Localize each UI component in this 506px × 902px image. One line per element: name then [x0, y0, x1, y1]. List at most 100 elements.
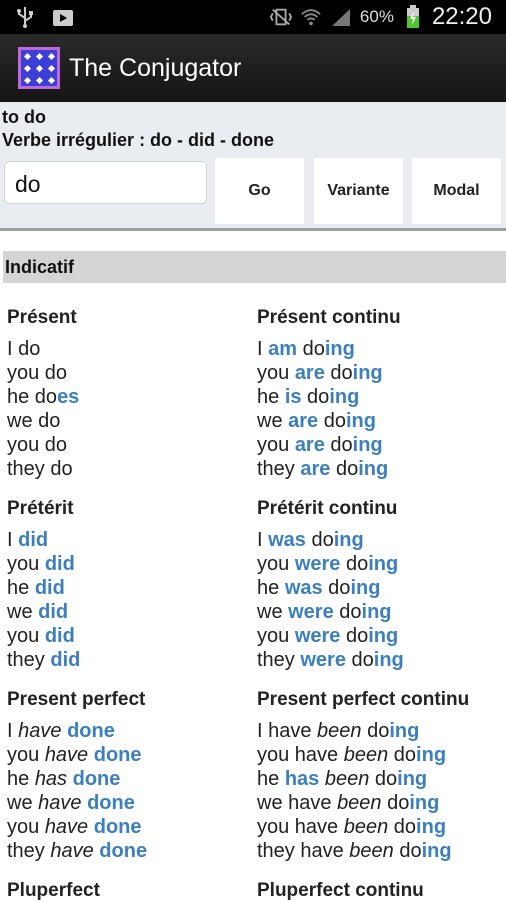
highlight-segment: did	[38, 601, 69, 623]
text-segment: you	[257, 362, 295, 384]
auxiliary-segment: have	[38, 792, 82, 814]
highlight-segment: are	[294, 434, 325, 456]
conjugation-line: you have done	[7, 815, 142, 839]
text-segment: we	[7, 792, 39, 814]
action-bar: The Conjugator	[0, 34, 506, 102]
highlight-segment: done	[72, 768, 121, 790]
conjugation-line: I have been doing	[257, 719, 419, 743]
conjugation-line: you do	[7, 433, 67, 457]
highlight-segment: were	[294, 553, 341, 575]
highlight-segment: were	[288, 601, 334, 623]
highlight-segment: ing	[361, 601, 392, 623]
conjugation-line: he was doing	[257, 576, 380, 600]
text-segment: we have	[257, 792, 338, 814]
app-logo-icon[interactable]	[18, 47, 60, 89]
conjugation-line: you did	[7, 552, 75, 576]
auxiliary-segment: been	[337, 792, 382, 814]
conjugation-line: they were doing	[257, 648, 404, 672]
highlight-segment: was	[268, 529, 306, 551]
highlight-segment: was	[284, 577, 323, 599]
conjugation-line: we were doing	[257, 600, 392, 624]
auxiliary-segment: has	[34, 768, 68, 790]
highlight-segment: ing	[345, 410, 376, 432]
highlight-segment: ing	[421, 840, 452, 862]
text-segment: do	[381, 792, 410, 814]
highlight-segment: ing	[324, 338, 355, 360]
highlight-segment: did	[44, 553, 75, 575]
text-segment: he	[257, 768, 285, 790]
text-segment: do	[369, 768, 398, 790]
highlight-segment: am	[268, 338, 298, 360]
highlight-segment: done	[67, 720, 115, 742]
battery-percent: 60%	[359, 7, 394, 26]
battery-icon	[402, 5, 424, 28]
header-divider	[0, 228, 506, 231]
text-segment: I have	[257, 720, 318, 742]
text-segment: I	[7, 720, 19, 742]
conjugation-line: you were doing	[257, 624, 398, 648]
verb-header-panel: to do Verbe irrégulier : do - did - done…	[0, 102, 506, 228]
text-segment: you	[7, 625, 45, 647]
conjugation-line: he has done	[7, 767, 120, 791]
auxiliary-segment: been	[324, 768, 370, 790]
text-segment: do	[361, 720, 390, 742]
usb-icon	[14, 6, 36, 28]
modal-button[interactable]: Modal	[412, 158, 501, 224]
conjugation-line: they do	[7, 457, 73, 481]
wifi-icon	[300, 6, 322, 28]
text-segment: do	[393, 840, 422, 862]
highlight-segment: has	[284, 768, 320, 790]
text-segment: you have	[257, 744, 344, 766]
highlight-segment: ing	[350, 577, 381, 599]
conjugation-line: I do	[7, 337, 40, 361]
conjugation-line: you were doing	[257, 552, 398, 576]
conjugation-line: I am doing	[257, 337, 355, 361]
highlight-segment: ing	[389, 720, 420, 742]
highlight-segment: did	[44, 625, 75, 647]
conjugation-line: they have done	[7, 839, 147, 863]
highlight-segment: were	[300, 649, 346, 671]
text-segment: do	[318, 410, 346, 432]
variante-button[interactable]: Variante	[314, 158, 403, 224]
text-segment: do	[330, 458, 359, 480]
text-segment: you do	[7, 434, 68, 456]
conjugation-line: I did	[7, 528, 48, 552]
highlight-segment: ing	[352, 434, 383, 456]
verb-search-input[interactable]: do	[4, 161, 207, 204]
app-title: The Conjugator	[69, 53, 242, 82]
text-segment: he	[257, 386, 285, 408]
text-segment: I	[257, 338, 269, 360]
text-segment: they	[257, 458, 301, 480]
text-segment: do	[324, 434, 353, 456]
conjugation-line: he did	[7, 576, 65, 600]
text-segment: he do	[7, 386, 58, 408]
verb-title: to do	[2, 107, 46, 127]
text-segment: they	[257, 649, 301, 671]
highlight-segment: ing	[416, 744, 447, 766]
text-segment: do	[324, 362, 353, 384]
conjugation-line: you have done	[7, 743, 142, 767]
conjugation-line: you are doing	[257, 433, 383, 457]
conjugation-line: they are doing	[257, 457, 388, 481]
tense-title: Prétérit	[7, 498, 74, 519]
text-segment: do	[340, 553, 369, 575]
go-button[interactable]: Go	[215, 158, 304, 224]
text-segment: do	[345, 649, 374, 671]
highlight-segment: ing	[333, 529, 364, 551]
conjugation-line: we did	[7, 600, 68, 624]
tense-title: Pluperfect	[7, 880, 100, 901]
text-segment: he	[7, 577, 35, 599]
highlight-segment: did	[34, 577, 65, 599]
text-segment: you	[257, 434, 295, 456]
highlight-segment: done	[87, 792, 135, 814]
conjugation-line: he is doing	[257, 385, 359, 409]
tense-title: Pluperfect continu	[257, 880, 424, 901]
text-segment: do	[388, 744, 417, 766]
text-segment: do	[388, 816, 417, 838]
highlight-segment: done	[93, 816, 142, 838]
text-segment: they do	[7, 458, 73, 480]
tense-title: Present perfect	[7, 689, 146, 710]
clock: 22:20	[431, 3, 492, 30]
text-segment: we	[257, 410, 289, 432]
play-store-icon	[52, 6, 74, 28]
